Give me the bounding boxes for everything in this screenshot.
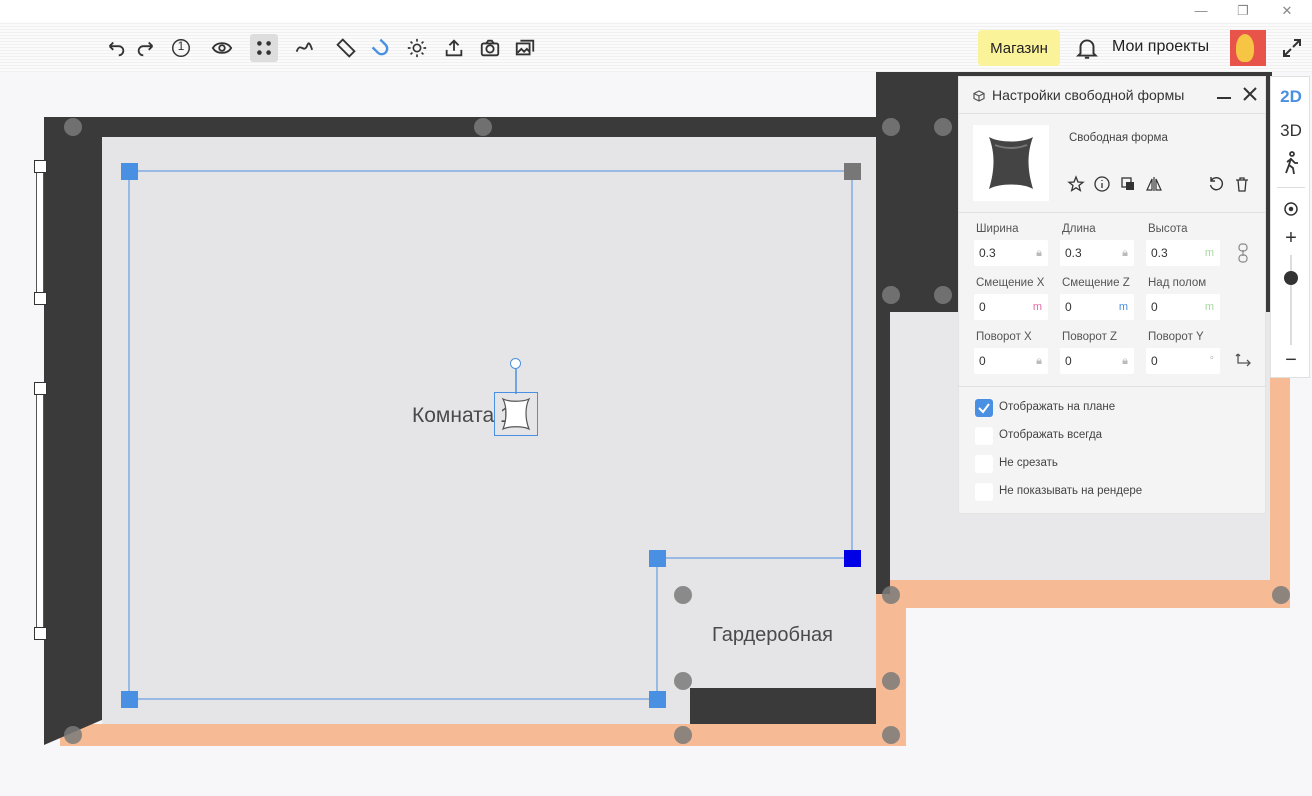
rotation-x-value: 0 (979, 354, 986, 368)
field-label: Поворот Y (1148, 331, 1204, 343)
rotate-handle[interactable] (510, 358, 521, 369)
zoom-slider-track[interactable] (1290, 255, 1292, 345)
field-label: Ширина (976, 223, 1019, 235)
show-on-plan-checkbox[interactable] (975, 399, 993, 417)
view-mode-bar: 2D 3D + − (1270, 76, 1310, 378)
length-value: 0.3 (1065, 246, 1082, 260)
offset-z-field[interactable]: 0m (1060, 294, 1134, 320)
show-always-checkbox[interactable] (975, 427, 993, 445)
wardrobe-label: Гардеробная (712, 624, 833, 646)
wall-node[interactable] (474, 118, 492, 136)
resize-handle[interactable] (649, 550, 666, 567)
rotate-axis-icon[interactable] (1235, 351, 1253, 369)
wall-node[interactable] (882, 118, 900, 136)
wall-node[interactable] (882, 726, 900, 744)
checkbox-label: Не показывать на рендере (999, 485, 1143, 497)
resize-handle[interactable] (844, 550, 861, 567)
wall-node[interactable] (64, 726, 82, 744)
width-value: 0.3 (979, 246, 996, 260)
field-label: Смещение Z (1062, 277, 1130, 289)
panel-title: Настройки свободной формы (992, 87, 1185, 103)
resize-handle[interactable] (844, 163, 861, 180)
hide-on-render-checkbox[interactable] (975, 483, 993, 501)
wall-node[interactable] (674, 672, 692, 690)
link-icon[interactable] (1237, 243, 1249, 263)
cube-icon (973, 89, 985, 102)
field-label: Поворот X (976, 331, 1032, 343)
trash-icon[interactable] (1233, 175, 1251, 193)
no-cut-checkbox[interactable] (975, 455, 993, 473)
view-2d-button[interactable]: 2D (1271, 87, 1311, 107)
wall-node[interactable] (674, 726, 692, 744)
field-label: Над полом (1148, 277, 1207, 289)
field-label: Смещение X (976, 277, 1045, 289)
wall-node[interactable] (934, 286, 952, 304)
checkbox-label: Не срезать (999, 457, 1058, 469)
offset-z-value: 0 (1065, 300, 1072, 314)
above-floor-field[interactable]: 0m (1146, 294, 1220, 320)
mirror-icon[interactable] (1145, 175, 1163, 193)
lock-icon: 🔒︎ (1036, 247, 1042, 259)
panel-divider (959, 212, 1265, 213)
lock-icon: 🔒︎ (1122, 355, 1128, 367)
free-form-shape-icon (501, 397, 531, 431)
field-label: Поворот Z (1062, 331, 1118, 343)
above-floor-value: 0 (1151, 300, 1158, 314)
reset-icon[interactable] (1207, 175, 1225, 193)
unit-label: m (1204, 301, 1214, 313)
duplicate-icon[interactable] (1119, 175, 1137, 193)
wall-node[interactable] (882, 672, 900, 690)
resize-handle[interactable] (121, 691, 138, 708)
rotation-y-value: 0 (1151, 354, 1158, 368)
field-label: Длина (1062, 223, 1096, 235)
resize-handle[interactable] (121, 163, 138, 180)
width-field[interactable]: 0.3 🔒︎ (974, 240, 1048, 266)
offset-x-value: 0 (979, 300, 986, 314)
offset-x-field[interactable]: 0m (974, 294, 1048, 320)
panel-divider (959, 386, 1265, 387)
unit-label: m (1204, 247, 1214, 259)
target-icon[interactable] (1271, 201, 1311, 222)
resize-handle[interactable] (649, 691, 666, 708)
rotation-z-field[interactable]: 0 🔒︎ (1060, 348, 1134, 374)
wall-node[interactable] (882, 286, 900, 304)
lock-icon: 🔒︎ (1122, 247, 1128, 259)
unit-label: m (1118, 301, 1128, 313)
free-form-settings-panel: Настройки свободной формы Свободная форм… (958, 76, 1266, 514)
field-label: Высота (1148, 223, 1188, 235)
zoom-in-button[interactable]: + (1271, 227, 1311, 250)
view-3d-button[interactable]: 3D (1271, 121, 1311, 141)
wall-node[interactable] (64, 118, 82, 136)
checkbox-label: Отображать всегда (999, 429, 1103, 441)
zoom-slider-thumb[interactable] (1284, 270, 1298, 285)
rotation-x-field[interactable]: 0 🔒︎ (974, 348, 1048, 374)
wall-node[interactable] (934, 118, 952, 136)
lock-icon: 🔒︎ (1036, 355, 1042, 367)
info-icon[interactable] (1093, 175, 1111, 193)
rotation-y-field[interactable]: 0 ° (1146, 348, 1220, 374)
length-field[interactable]: 0.3 🔒︎ (1060, 240, 1134, 266)
walk-icon[interactable] (1271, 151, 1311, 180)
checkbox-label: Отображать на плане (999, 401, 1116, 413)
item-thumbnail[interactable] (973, 125, 1049, 201)
rotation-z-value: 0 (1065, 354, 1072, 368)
zoom-out-button[interactable]: − (1271, 349, 1311, 372)
height-value: 0.3 (1151, 246, 1168, 260)
height-field[interactable]: 0.3 m (1146, 240, 1220, 266)
wall-node[interactable] (1272, 586, 1290, 604)
item-name: Свободная форма (1069, 132, 1168, 144)
free-form-object[interactable] (494, 392, 538, 436)
minimize-panel-icon[interactable] (1217, 97, 1231, 99)
unit-label: ° (1209, 355, 1214, 367)
unit-label: m (1032, 301, 1042, 313)
star-icon[interactable] (1067, 175, 1085, 193)
panel-divider (959, 113, 1265, 114)
wall-node[interactable] (674, 586, 692, 604)
close-panel-icon[interactable] (1241, 85, 1259, 103)
wall-node[interactable] (882, 586, 900, 604)
